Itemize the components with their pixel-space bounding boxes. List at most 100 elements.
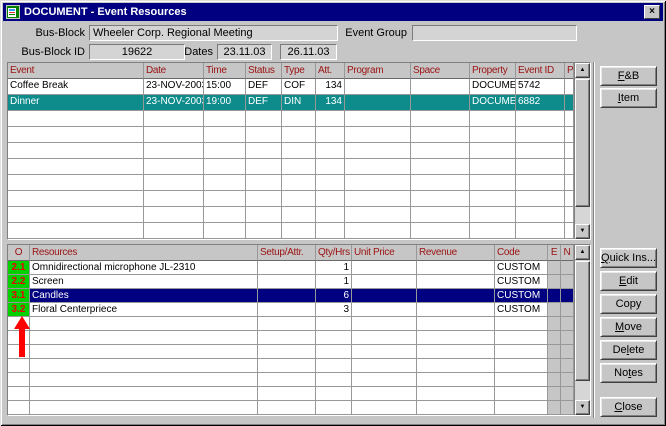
grid-cell: 2.2	[8, 275, 30, 289]
column-header-event[interactable]: Event	[8, 63, 144, 79]
date-to-field[interactable]: 26.11.03	[280, 44, 337, 60]
grid-cell	[204, 127, 246, 143]
grid-cell	[352, 261, 417, 275]
grid-cell	[282, 207, 316, 223]
fb-button[interactable]: F&B	[600, 66, 657, 86]
event-scrollbar[interactable]: ▲ ▼	[574, 63, 590, 239]
grid-cell	[548, 359, 561, 373]
event-table: ▲ ▼ EventDateTimeStatusTypeAtt.ProgramSp…	[7, 62, 591, 240]
grid-cell	[30, 331, 258, 345]
scrollbar-thumb[interactable]	[575, 261, 590, 381]
grid-cell	[316, 373, 352, 387]
column-header-qty-hrs[interactable]: Qty/Hrs	[316, 245, 352, 261]
close-icon[interactable]: ×	[644, 5, 660, 19]
column-header-o[interactable]: O	[8, 245, 30, 261]
scroll-up-icon[interactable]: ▲	[575, 245, 590, 260]
date-from-field[interactable]: 23.11.03	[217, 44, 272, 60]
column-header-time[interactable]: Time	[204, 63, 246, 79]
empty-row	[8, 159, 590, 175]
grid-cell	[282, 127, 316, 143]
bus-block-label: Bus-Block	[8, 27, 85, 41]
bus-block-field[interactable]: Wheeler Corp. Regional Meeting	[89, 25, 338, 41]
grid-cell	[470, 223, 516, 239]
resource-scrollbar[interactable]: ▲ ▼	[574, 245, 590, 415]
grid-cell	[411, 95, 470, 111]
grid-cell	[516, 143, 565, 159]
column-header-program[interactable]: Program	[345, 63, 411, 79]
event-row[interactable]: Dinner23-NOV-200319:00DEFDIN134DOCUMENT6…	[8, 95, 590, 111]
move-button[interactable]: Move	[600, 317, 657, 337]
grid-cell	[345, 95, 411, 111]
resource-table: ▲ ▼ OResourcesSetup/Attr.Qty/HrsUnit Pri…	[7, 244, 591, 416]
delete-button[interactable]: Delete	[600, 340, 657, 360]
notes-button[interactable]: Notes	[600, 363, 657, 383]
scrollbar-thumb[interactable]	[575, 79, 590, 207]
column-header-n[interactable]: N	[561, 245, 574, 261]
scroll-up-icon[interactable]: ▲	[575, 63, 590, 78]
column-header-unit-price[interactable]: Unit Price	[352, 245, 417, 261]
grid-cell	[411, 79, 470, 95]
grid-cell	[316, 331, 352, 345]
scroll-down-icon[interactable]: ▼	[575, 400, 590, 415]
event-group-field[interactable]	[412, 25, 577, 41]
grid-cell	[417, 275, 495, 289]
grid-cell	[561, 303, 574, 317]
column-header-setup-attr-[interactable]: Setup/Attr.	[258, 245, 316, 261]
grid-cell	[345, 175, 411, 191]
column-header-e[interactable]: E	[548, 245, 561, 261]
arrow-shaft	[19, 328, 25, 357]
grid-cell	[316, 207, 345, 223]
column-header-date[interactable]: Date	[144, 63, 204, 79]
column-header-revenue[interactable]: Revenue	[417, 245, 495, 261]
column-header-code[interactable]: Code	[495, 245, 548, 261]
grid-cell	[516, 223, 565, 239]
quick-ins-button[interactable]: Quick Ins...	[600, 248, 657, 268]
edit-button[interactable]: Edit	[600, 271, 657, 291]
bus-block-id-label: Bus-Block ID	[8, 46, 85, 60]
grid-cell: 23-NOV-2003	[144, 95, 204, 111]
grid-cell	[30, 359, 258, 373]
grid-cell	[516, 111, 565, 127]
scroll-down-icon[interactable]: ▼	[575, 224, 590, 239]
item-button[interactable]: Item	[600, 88, 657, 108]
close-button[interactable]: Close	[600, 397, 657, 417]
column-header-att-[interactable]: Att.	[316, 63, 345, 79]
grid-cell	[316, 317, 352, 331]
column-header-p[interactable]: P	[565, 63, 574, 79]
grid-cell	[8, 359, 30, 373]
panel-divider	[593, 62, 595, 418]
resource-row[interactable]: 2.1Omnidirectional microphone JL-23101CU…	[8, 261, 590, 275]
grid-cell	[417, 331, 495, 345]
grid-cell	[561, 373, 574, 387]
column-header-space[interactable]: Space	[411, 63, 470, 79]
grid-cell: 5742	[516, 79, 565, 95]
grid-cell	[316, 387, 352, 401]
grid-cell	[470, 191, 516, 207]
grid-cell	[8, 387, 30, 401]
grid-cell	[548, 261, 561, 275]
grid-cell	[561, 331, 574, 345]
grid-cell	[470, 111, 516, 127]
column-header-resources[interactable]: Resources	[30, 245, 258, 261]
grid-cell	[417, 289, 495, 303]
grid-cell	[495, 331, 548, 345]
event-row[interactable]: Coffee Break23-NOV-200315:00DEFCOF134DOC…	[8, 79, 590, 95]
empty-row	[8, 191, 590, 207]
grid-cell: Omnidirectional microphone JL-2310	[30, 261, 258, 275]
title-bar[interactable]: DOCUMENT - Event Resources ×	[3, 3, 663, 21]
empty-row	[8, 127, 590, 143]
column-header-type[interactable]: Type	[282, 63, 316, 79]
column-header-event-id[interactable]: Event ID	[516, 63, 565, 79]
grid-cell	[411, 223, 470, 239]
column-header-property[interactable]: Property	[470, 63, 516, 79]
grid-cell	[30, 401, 258, 415]
column-header-status[interactable]: Status	[246, 63, 282, 79]
resource-row[interactable]: 3.1Candles6CUSTOM	[8, 289, 590, 303]
copy-button[interactable]: Copy	[600, 294, 657, 314]
grid-cell	[30, 317, 258, 331]
grid-cell	[204, 159, 246, 175]
resource-row[interactable]: 3.2Floral Centerpriece3CUSTOM	[8, 303, 590, 317]
resource-row[interactable]: 2.2Screen1CUSTOM	[8, 275, 590, 289]
empty-row	[8, 175, 590, 191]
grid-cell	[8, 191, 144, 207]
